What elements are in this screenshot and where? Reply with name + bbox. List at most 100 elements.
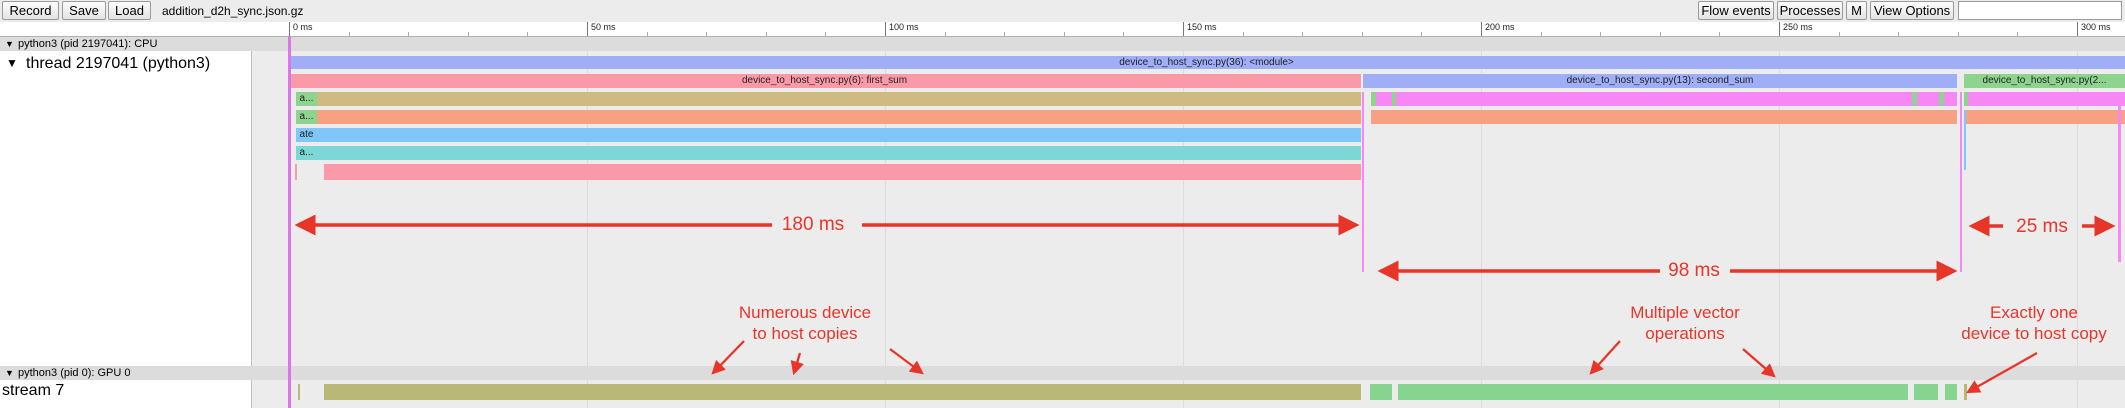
ruler-minor-tick (1361, 32, 1363, 36)
ruler-minor-tick (348, 32, 350, 36)
save-button[interactable]: Save (62, 1, 106, 20)
slice-small-2[interactable]: a... (296, 110, 317, 124)
ruler-minor-tick (1838, 32, 1840, 36)
metadata-button[interactable]: M (1846, 1, 1867, 20)
search-input[interactable] (1958, 1, 2122, 20)
ruler-minor-tick (2017, 32, 2019, 36)
duration-label-180: 180 ms (781, 214, 845, 235)
slice-level-2[interactable] (1964, 92, 2125, 106)
slice-label: a... (299, 147, 314, 158)
thread-track-label[interactable]: ▼ thread 2197041 (python3) (0, 51, 252, 366)
gpu-kernel-vector-ops[interactable] (1398, 384, 1908, 400)
ruler-minor-tick (1659, 32, 1661, 36)
view-options-button[interactable]: View Options (1870, 1, 1954, 20)
annotation-note-vector-ops: Multiple vector operations (1630, 303, 1740, 343)
slice-small[interactable] (1964, 92, 1968, 106)
ruler-minor-tick (944, 32, 946, 36)
slice-second-sum[interactable]: device_to_host_sync.py(13): second_sum (1363, 74, 1957, 88)
slice-level-2[interactable] (1371, 92, 1957, 106)
slice-label: device_to_host_sync.py(2... (1982, 75, 2107, 86)
gpu-process-header[interactable]: ▼ python3 (pid 0): GPU 0 (0, 366, 2125, 381)
collapse-triangle-icon[interactable]: ▼ (5, 367, 14, 379)
time-ruler[interactable]: 0 ms 50 ms 100 ms 150 ms 200 ms 250 ms 3… (252, 22, 2125, 37)
slice-level-3[interactable] (296, 110, 1361, 124)
slice-sliver[interactable] (295, 164, 297, 180)
slice-small-3[interactable]: ate (296, 128, 317, 142)
slice-module[interactable]: device_to_host_sync.py(36): <module> (288, 56, 2125, 69)
ruler-minor-tick (527, 32, 529, 36)
slice-small[interactable] (1371, 92, 1376, 106)
slice-small[interactable] (1392, 92, 1396, 106)
ruler-tick: 50 ms (587, 22, 616, 36)
slice-label: a... (299, 111, 314, 122)
cpu-process-header[interactable]: ▼ python3 (pid 2197041): CPU (0, 37, 2125, 52)
ruler-tick: 0 ms (289, 22, 313, 36)
slice-level-3[interactable] (1371, 110, 1957, 124)
ruler-minor-tick (1600, 32, 1602, 36)
slice-level-3[interactable] (1964, 110, 2125, 124)
load-button[interactable]: Load (108, 1, 151, 20)
ruler-minor-tick (706, 32, 708, 36)
slice-label: device_to_host_sync.py(36): <module> (1119, 57, 1294, 68)
flow-events-button[interactable]: Flow events (1698, 1, 1774, 20)
slice-label: a... (299, 93, 314, 104)
slice-sliver[interactable] (1362, 92, 1364, 272)
gpu-stream-timeline[interactable] (252, 380, 2125, 408)
gpu-kernel[interactable] (1370, 384, 1392, 400)
ruler-minor-tick (1540, 32, 1542, 36)
slice-level-4[interactable] (296, 128, 1361, 142)
slice-small[interactable] (1939, 92, 1944, 106)
ruler-minor-tick (1063, 32, 1065, 36)
gpu-kernel[interactable] (1945, 384, 1957, 400)
stream-name: stream 7 (2, 382, 65, 399)
slice-label: ate (299, 129, 314, 140)
ruler-minor-tick (1302, 32, 1304, 36)
collapse-triangle-icon[interactable]: ▼ (5, 38, 14, 50)
cursor-line (288, 36, 291, 408)
duration-label-98: 98 ms (1668, 260, 1720, 281)
trace-filename: addition_d2h_sync.json.gz (162, 4, 304, 18)
ruler-minor-tick (1004, 32, 1006, 36)
slice-small-1[interactable]: a... (296, 92, 317, 106)
gpu-kernel[interactable] (298, 384, 300, 400)
gpu-kernel-single-copy[interactable] (1964, 384, 1967, 400)
ruler-tick: 250 ms (1779, 22, 1813, 36)
thread-name: thread 2197041 (python3) (26, 55, 211, 72)
processes-button[interactable]: Processes (1777, 1, 1843, 20)
collapse-triangle-icon[interactable]: ▼ (6, 56, 18, 70)
ruler-tick: 100 ms (885, 22, 919, 36)
stream-track-label[interactable]: stream 7 (0, 380, 252, 408)
duration-label-25: 25 ms (2016, 216, 2068, 237)
ruler-minor-tick (1123, 32, 1125, 36)
record-button[interactable]: Record (2, 1, 59, 20)
slice-level-6[interactable] (324, 164, 1361, 180)
slice-level-5[interactable] (296, 146, 1361, 160)
slice-sliver[interactable] (1964, 110, 1966, 170)
ruler-minor-tick (1719, 32, 1721, 36)
slice-sliver[interactable] (1960, 92, 1962, 272)
cpu-process-title: python3 (pid 2197041): CPU (18, 38, 158, 50)
ruler-minor-tick (1957, 32, 1959, 36)
cpu-thread-timeline[interactable]: device_to_host_sync.py(36): <module> dev… (252, 51, 2125, 366)
ruler-minor-tick (1898, 32, 1900, 36)
annotation-note-copies: Numerous device to host copies (738, 303, 872, 343)
gpu-kernel[interactable] (1914, 384, 1938, 400)
slice-small[interactable] (1912, 92, 1917, 106)
ruler-minor-tick (408, 32, 410, 36)
ruler-minor-tick (825, 32, 827, 36)
grid-line (2077, 380, 2078, 408)
slice-small-4[interactable]: a... (296, 146, 317, 160)
ruler-gutter (0, 22, 252, 37)
gpu-process-title: python3 (pid 0): GPU 0 (18, 367, 131, 379)
slice-first-sum[interactable]: device_to_host_sync.py(6): first_sum (288, 74, 1361, 88)
toolbar: Record Save Load addition_d2h_sync.json.… (0, 0, 2125, 23)
slice-label: device_to_host_sync.py(6): first_sum (741, 75, 908, 86)
ruler-minor-tick (1242, 32, 1244, 36)
slice-sliver[interactable] (2118, 92, 2121, 262)
ruler-tick: 300 ms (2077, 22, 2111, 36)
slice-third-sum[interactable]: device_to_host_sync.py(2... (1964, 74, 2125, 88)
ruler-tick: 200 ms (1481, 22, 1515, 36)
slice-level-2[interactable] (296, 92, 1361, 106)
ruler-minor-tick (765, 32, 767, 36)
gpu-kernel-copies[interactable] (324, 384, 1361, 400)
